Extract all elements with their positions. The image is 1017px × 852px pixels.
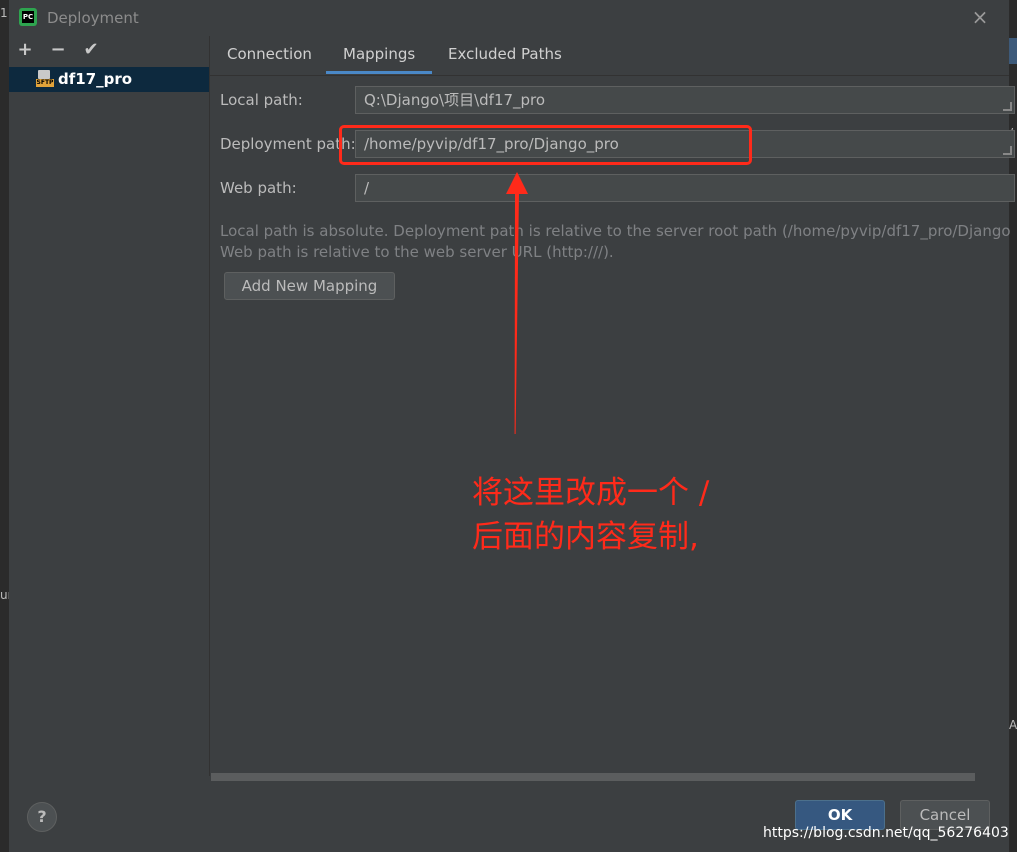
add-new-mapping-button[interactable]: Add New Mapping	[224, 272, 395, 300]
annotation-line-1: 将这里改成一个 /	[472, 475, 710, 511]
title-bar: PC Deployment ×	[9, 0, 1009, 36]
deployment-path-label: Deployment path:	[220, 135, 356, 153]
server-item-label: df17_pro	[58, 70, 133, 88]
annotation-arrow-icon	[506, 172, 528, 434]
annotation-text: 将这里改成一个 / 后面的内容复制,	[472, 471, 709, 559]
pycharm-icon: PC	[19, 8, 37, 26]
annotation-line-2: 后面的内容复制,	[472, 519, 699, 555]
server-item-df17-pro[interactable]: SFTP df17_pro	[9, 67, 209, 92]
local-path-label: Local path:	[220, 91, 303, 109]
watermark: https://blog.csdn.net/qq_56276403	[763, 825, 1009, 841]
sftp-folder-shape	[38, 70, 50, 79]
horizontal-scrollbar[interactable]	[210, 772, 1009, 782]
background-left-strip: 1 ur	[0, 0, 13, 852]
sftp-server-icon: SFTP	[36, 70, 54, 88]
web-path-value: /	[364, 179, 370, 197]
background-selection-band	[1009, 38, 1017, 64]
mappings-panel: Local path: Q:\Django\项目\df17_pro Deploy…	[210, 76, 1015, 776]
web-path-label: Web path:	[220, 179, 297, 197]
set-default-server-button[interactable]: ✔	[79, 40, 103, 60]
local-path-value: Q:\Django\项目\df17_pro	[364, 91, 546, 109]
pycharm-icon-text: PC	[22, 11, 34, 23]
help-line-2: Web path is relative to the web server U…	[220, 243, 614, 261]
scrollbar-thumb[interactable]	[211, 773, 975, 781]
mapping-help-text: Local path is absolute. Deployment path …	[220, 221, 1010, 263]
help-line-1: Local path is absolute. Deployment path …	[220, 222, 1010, 240]
web-path-field[interactable]: /	[355, 174, 1015, 202]
background-fragment: 1	[0, 6, 8, 20]
remove-server-button[interactable]: −	[46, 40, 70, 60]
browse-icon[interactable]	[1003, 102, 1012, 111]
browse-icon[interactable]	[1003, 146, 1012, 155]
help-icon[interactable]: ?	[27, 802, 57, 832]
tab-mappings[interactable]: Mappings	[343, 45, 415, 63]
window-title: Deployment	[47, 9, 139, 27]
add-server-button[interactable]: +	[13, 40, 37, 60]
annotation-highlight-box	[339, 125, 752, 165]
close-icon[interactable]: ×	[969, 6, 991, 28]
sftp-tag: SFTP	[36, 79, 54, 87]
active-tab-indicator	[326, 71, 432, 74]
background-right-strip: / A	[1009, 0, 1017, 852]
tab-bar: Connection Mappings Excluded Paths	[210, 36, 1009, 76]
tab-excluded-paths[interactable]: Excluded Paths	[448, 45, 562, 63]
dialog-footer: ? OK Cancel	[9, 790, 1009, 852]
tab-connection[interactable]: Connection	[227, 45, 312, 63]
local-path-field[interactable]: Q:\Django\项目\df17_pro	[355, 86, 1015, 114]
background-fragment: A	[1009, 718, 1017, 732]
server-list-panel: + − ✔ SFTP df17_pro	[9, 36, 210, 776]
